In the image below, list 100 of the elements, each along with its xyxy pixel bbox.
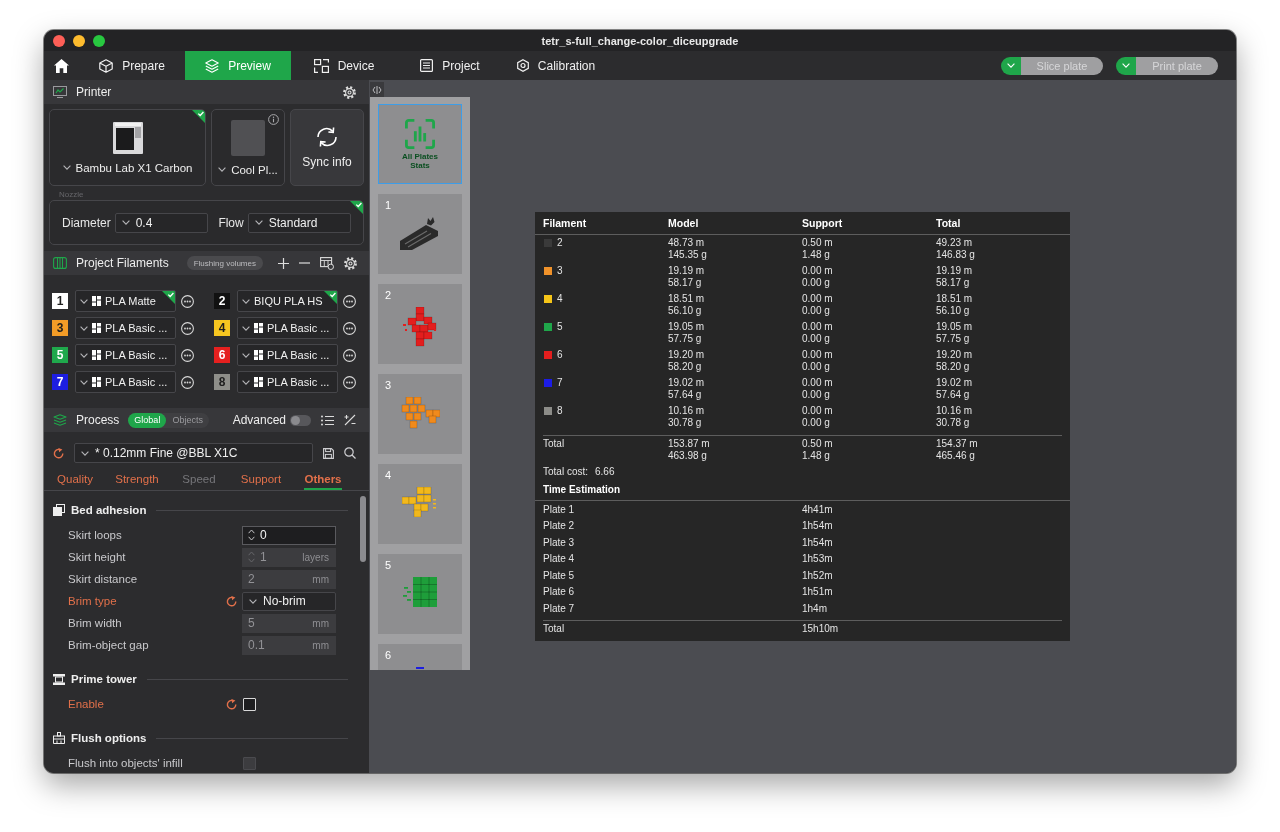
minus-icon[interactable] [298, 262, 310, 264]
chevron-down-icon [242, 298, 250, 304]
filament-dropdown[interactable]: PLA Basic ... [237, 371, 338, 393]
table-value: 0.00 g [802, 417, 831, 429]
reset-icon[interactable] [226, 698, 237, 710]
chevron-down-icon [121, 220, 130, 225]
close-button[interactable] [53, 34, 65, 47]
table-value: 10.16 m [936, 405, 974, 417]
plate-type-card[interactable]: Cool Pl... [211, 109, 285, 186]
more-icon[interactable] [343, 294, 356, 308]
blocks-icon [254, 350, 263, 360]
nav-tab[interactable]: Device [291, 51, 397, 80]
collapse-button[interactable] [370, 82, 384, 97]
table-icon[interactable] [319, 256, 334, 270]
table-value: 0.50 m [802, 237, 834, 249]
layers-icon [205, 58, 220, 73]
dropdown-field[interactable]: No-brim [242, 591, 336, 611]
nav-tab[interactable]: Calibration [503, 51, 609, 80]
table-value: 153.87 m [668, 438, 711, 450]
search-icon[interactable] [344, 447, 356, 459]
filament-dropdown[interactable]: PLA Basic ... [237, 317, 338, 339]
filament-number: 6 [557, 349, 563, 361]
reset-icon[interactable] [53, 447, 64, 459]
list-icon [420, 59, 434, 72]
plus-minus-icon[interactable] [344, 414, 356, 426]
table-value: 0.00 g [802, 361, 831, 373]
home-icon[interactable] [54, 58, 69, 73]
table-value: 18.51 m [936, 293, 974, 305]
settings-tab[interactable]: Support [240, 471, 282, 490]
chevron-down-icon [80, 352, 88, 358]
scope-option[interactable]: Objects [166, 412, 209, 428]
minimize-button[interactable] [73, 34, 85, 47]
plus-icon[interactable] [277, 257, 289, 269]
settings-tab[interactable]: Others [304, 471, 342, 490]
color-slot[interactable]: 7 [52, 374, 68, 390]
zoom-button[interactable] [93, 34, 105, 47]
color-slot[interactable]: 8 [214, 374, 230, 390]
save-icon[interactable] [323, 447, 334, 459]
section-title: Process [76, 413, 120, 427]
color-slot[interactable]: 1 [52, 293, 68, 309]
settings-tab[interactable]: Quality [57, 471, 93, 490]
cost-value: 6.66 [595, 465, 615, 477]
table-value: 19.02 m [936, 377, 974, 389]
brush-icon [53, 732, 65, 744]
more-icon[interactable] [181, 321, 194, 335]
chevron-down-icon [242, 352, 250, 358]
table-value: 0.00 g [802, 277, 831, 289]
more-icon[interactable] [181, 294, 194, 308]
color-slot[interactable]: 2 [214, 293, 230, 309]
chevron-down-icon [80, 325, 88, 331]
color-slot[interactable]: 6 [214, 347, 230, 363]
table-value: 0.00 m [802, 349, 834, 361]
filament-dropdown[interactable]: PLA Matte [75, 290, 176, 312]
group-title: Flush options [71, 732, 147, 744]
settings-tab[interactable]: Strength [115, 471, 159, 490]
dropdown-button[interactable] [1001, 56, 1021, 75]
setting-label: Brim width [67, 617, 123, 629]
filament-dropdown[interactable]: PLA Basic ... [75, 317, 176, 339]
info-icon[interactable] [268, 114, 279, 125]
sync-button[interactable]: Sync info [290, 109, 364, 186]
filament-dropdown[interactable]: PLA Basic ... [75, 371, 176, 393]
reset-icon[interactable] [226, 595, 237, 607]
filament-dropdown[interactable]: BIQU PLA HS [237, 290, 338, 312]
check-corner-icon [324, 291, 337, 304]
more-icon[interactable] [181, 348, 194, 362]
diameter-dropdown[interactable]: 0.4 [114, 212, 209, 233]
flow-dropdown[interactable]: Standard [247, 212, 351, 233]
filament-number: 3 [557, 265, 563, 277]
plate-type-name: Cool Pl... [231, 163, 278, 176]
table-value: 0.00 m [802, 293, 834, 305]
filament-dropdown[interactable]: PLA Basic ... [237, 344, 338, 366]
hexagon-icon [516, 59, 529, 72]
table-value: 56.10 g [936, 305, 971, 317]
dropdown-button[interactable] [1116, 56, 1136, 75]
filament-number: 7 [557, 377, 563, 389]
viewport[interactable] [369, 80, 1236, 773]
more-icon[interactable] [343, 375, 356, 389]
scrollbar-thumb[interactable] [360, 496, 366, 562]
printer-card[interactable]: Bambu Lab X1 Carbon [49, 109, 206, 186]
more-icon[interactable] [343, 348, 356, 362]
section-title: Project Filaments [76, 256, 169, 270]
color-slot[interactable]: 4 [214, 320, 230, 336]
more-icon[interactable] [343, 321, 356, 335]
color-slot[interactable]: 3 [52, 320, 68, 336]
spinner-arrows-icon[interactable] [248, 529, 255, 541]
plate-label: Plate 5 [543, 569, 576, 581]
settings-icon[interactable] [343, 256, 357, 270]
toggle-switch[interactable] [290, 414, 311, 426]
number-field[interactable]: 0 [242, 525, 336, 545]
more-icon[interactable] [181, 375, 194, 389]
table-value: 57.75 g [668, 333, 703, 345]
settings-icon[interactable] [343, 85, 356, 99]
filament-dropdown[interactable]: PLA Basic ... [75, 344, 176, 366]
list-icon[interactable] [321, 414, 334, 426]
layers-icon [53, 414, 67, 426]
nav-tab[interactable]: Project [397, 51, 503, 80]
preset-dropdown[interactable]: * 0.12mm Fine @BBL X1C [74, 443, 313, 463]
flushing-volumes-button[interactable]: Flushing volumes [186, 256, 263, 270]
column-header: Model [668, 217, 700, 229]
nav-tab[interactable]: Prepare [79, 51, 185, 80]
